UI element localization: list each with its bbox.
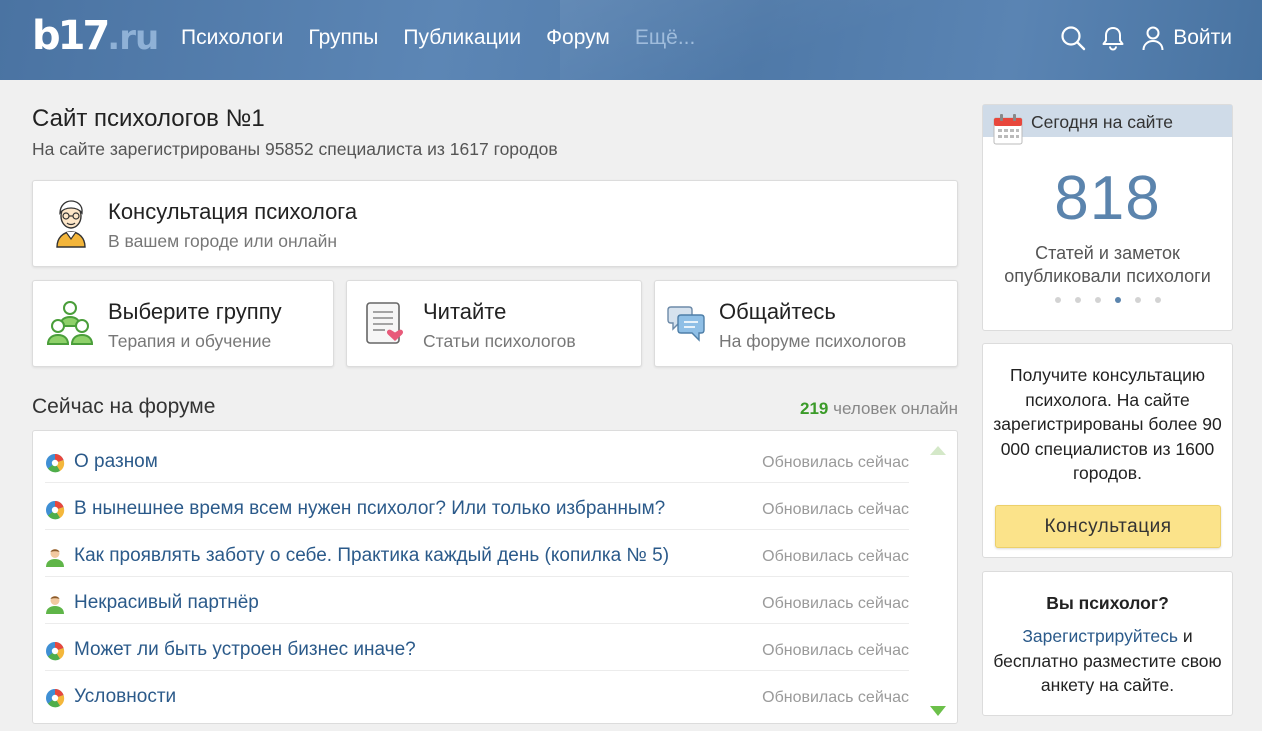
thread-status: Обновилась сейчас: [762, 642, 909, 659]
person-icon: [45, 594, 65, 614]
color-wheel-icon: [45, 453, 65, 473]
nav-psychologists[interactable]: Психологи: [181, 24, 283, 52]
today-widget-title: Сегодня на сайте: [1031, 112, 1173, 132]
forum-thread-list: О разном Обновилась сейчас В нынешнее вр…: [32, 430, 958, 724]
slider-dot[interactable]: [1114, 297, 1121, 303]
slider-dots: [983, 297, 1232, 303]
consultation-card[interactable]: Консультация психолога В вашем городе ил…: [32, 180, 958, 267]
consultation-card-title: Консультация психолога: [108, 199, 358, 224]
nav-more[interactable]: Ещё...: [635, 24, 695, 52]
thread-title[interactable]: Как проявлять заботу о себе. Практика ка…: [74, 545, 669, 567]
article-heart-icon: [365, 301, 405, 350]
search-icon[interactable]: [1059, 22, 1087, 54]
slider-dot[interactable]: [1074, 297, 1081, 303]
slider-dot[interactable]: [1094, 297, 1101, 303]
forum-thread-row[interactable]: Некрасивый партнёр Обновилась сейчас: [45, 577, 909, 624]
group-icon: [46, 299, 94, 352]
color-wheel-icon: [45, 500, 65, 520]
online-count: 219: [800, 399, 829, 418]
thread-status: Обновилась сейчас: [762, 454, 909, 471]
forum-card-title: Общайтесь: [719, 299, 836, 324]
color-wheel-icon: [45, 688, 65, 708]
today-desc-line1: Статей и заметок: [1035, 243, 1180, 263]
forum-thread-row[interactable]: О разном Обновилась сейчас: [45, 436, 909, 483]
forum-card[interactable]: Общайтесь На форуме психологов: [654, 280, 958, 367]
calendar-icon: [993, 113, 1023, 150]
register-psychologist-box: Вы психолог? Зарегистрируйтесь и бесплат…: [982, 571, 1233, 716]
forum-header: Сейчас на форуме 219 человек онлайн: [32, 395, 958, 423]
groups-card[interactable]: Выберите группу Терапия и обучение: [32, 280, 334, 367]
consultation-promo: Получите консультацию психолога. На сайт…: [982, 343, 1233, 558]
slider-dot[interactable]: [1154, 297, 1161, 303]
today-widget-header: Сегодня на сайте: [983, 105, 1232, 145]
slider-dot[interactable]: [1134, 297, 1141, 303]
thread-title[interactable]: Некрасивый партнёр: [74, 592, 259, 614]
groups-card-title: Выберите группу: [108, 299, 282, 324]
today-count: 818: [1054, 164, 1161, 233]
online-label: человек онлайн: [833, 399, 958, 418]
site-logo[interactable]: b17 .ru: [32, 13, 159, 59]
consultation-button[interactable]: Консультация: [995, 505, 1221, 548]
thread-title[interactable]: О разном: [74, 451, 158, 473]
thread-status: Обновилась сейчас: [762, 689, 909, 706]
forum-thread-row[interactable]: В нынешнее время всем нужен психолог? Ил…: [45, 483, 909, 530]
thread-status: Обновилась сейчас: [762, 548, 909, 565]
today-on-site-widget: Сегодня на сайте 818 Статей и заметок оп…: [982, 104, 1233, 331]
forum-card-sub: На форуме психологов: [719, 331, 907, 351]
consultation-card-sub: В вашем городе или онлайн: [108, 231, 338, 251]
thread-status: Обновилась сейчас: [762, 501, 909, 518]
today-desc-line2: опубликовали психологи: [1004, 266, 1211, 286]
register-question: Вы психолог?: [1046, 593, 1169, 613]
color-wheel-icon: [45, 641, 65, 661]
psychologist-avatar-icon: [51, 197, 91, 254]
promo-text: Получите консультацию психолога. На сайт…: [993, 365, 1222, 483]
header-actions: Войти: [1047, 22, 1232, 54]
forum-thread-row[interactable]: Условности Обновилась сейчас: [45, 671, 909, 718]
forum-thread-row[interactable]: Как проявлять заботу о себе. Практика ка…: [45, 530, 909, 577]
thread-title[interactable]: Может ли быть устроен бизнес иначе?: [74, 639, 416, 661]
bell-icon[interactable]: [1099, 22, 1127, 54]
online-counter: 219 человек онлайн: [800, 399, 958, 419]
thread-status: Обновилась сейчас: [762, 595, 909, 612]
nav-forum[interactable]: Форум: [546, 24, 610, 52]
thread-title[interactable]: Условности: [74, 686, 176, 708]
main-nav: Психологи Группы Публикации Форум Ещё...: [181, 24, 720, 52]
articles-card-sub: Статьи психологов: [423, 331, 576, 351]
slider-dot[interactable]: [1054, 297, 1061, 303]
forum-section-title: Сейчас на форуме: [32, 395, 216, 418]
logo-suffix: .ru: [107, 18, 159, 58]
articles-card[interactable]: Читайте Статьи психологов: [346, 280, 642, 367]
user-icon[interactable]: [1139, 22, 1167, 54]
person-icon: [45, 547, 65, 567]
logo-main: b17: [32, 13, 110, 59]
page-title: Сайт психологов №1: [32, 105, 265, 132]
chat-bubbles-icon: [667, 301, 707, 348]
today-description: Статей и заметок опубликовали психологи: [983, 242, 1232, 288]
nav-groups[interactable]: Группы: [308, 24, 378, 52]
scroll-down-arrow-icon[interactable]: [929, 704, 947, 722]
forum-thread-row[interactable]: Может ли быть устроен бизнес иначе? Обно…: [45, 624, 909, 671]
login-link[interactable]: Войти: [1173, 22, 1232, 54]
register-text: Зарегистрируйтесь и бесплатно разместите…: [993, 624, 1222, 698]
groups-card-sub: Терапия и обучение: [108, 331, 272, 351]
thread-title[interactable]: В нынешнее время всем нужен психолог? Ил…: [74, 498, 665, 520]
articles-card-title: Читайте: [423, 299, 507, 324]
scroll-up-arrow-icon[interactable]: [929, 443, 947, 461]
site-header: b17 .ru Психологи Группы Публикации Форум…: [0, 0, 1262, 80]
nav-publications[interactable]: Публикации: [403, 24, 521, 52]
page-subtitle: На сайте зарегистрированы 95852 специали…: [32, 139, 558, 159]
register-link[interactable]: Зарегистрируйтесь: [1022, 626, 1178, 646]
